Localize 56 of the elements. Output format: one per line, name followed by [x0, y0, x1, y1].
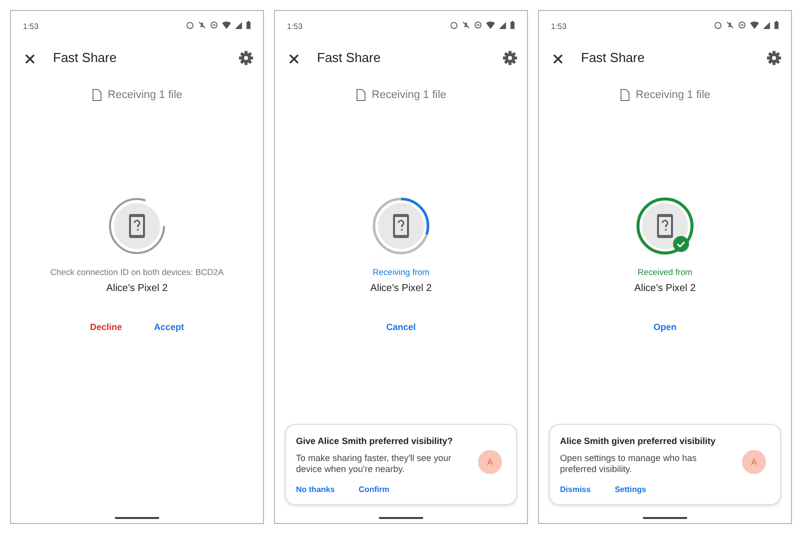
status-text: Receiving from: [372, 266, 430, 278]
settings-button[interactable]: [503, 51, 517, 65]
device-name: Alice's Pixel 2: [633, 282, 697, 296]
status-time: 1:53: [287, 21, 303, 33]
wifi-icon: [222, 21, 231, 29]
status-time: 1:53: [551, 21, 567, 33]
card-title: Alice Smith given preferred visibility: [560, 435, 717, 448]
card-action-button[interactable]: Dismiss: [560, 484, 591, 496]
close-icon: [25, 54, 35, 64]
action-button[interactable]: Decline: [90, 321, 122, 335]
bell-off-icon: [726, 21, 734, 29]
signal-icon: [763, 21, 770, 29]
signal-icon: [235, 21, 242, 29]
action-button[interactable]: Open: [653, 321, 676, 335]
action-button[interactable]: Cancel: [386, 321, 416, 335]
file-icon: [356, 89, 366, 102]
file-label: Receiving 1 file: [636, 88, 710, 103]
card-action-button[interactable]: Settings: [614, 484, 646, 496]
card-action-button[interactable]: No thanks: [296, 484, 335, 496]
screen-title: Fast Share: [581, 49, 646, 68]
file-label: Receiving 1 file: [372, 88, 446, 103]
device-name: Alice's Pixel 2: [105, 282, 169, 296]
action-button[interactable]: Accept: [154, 321, 184, 335]
bell-off-icon: [198, 21, 206, 29]
settings-button[interactable]: [767, 51, 781, 65]
settings-button[interactable]: [239, 51, 253, 65]
card-message: To make sharing faster, they'll see your device when you're nearby.: [296, 452, 452, 476]
battery-icon: [774, 21, 779, 29]
battery-icon: [246, 21, 251, 29]
close-icon: [553, 54, 563, 64]
status-time: 1:53: [23, 21, 39, 33]
wifi-icon: [750, 21, 759, 29]
screen-title: Fast Share: [317, 49, 382, 68]
device-name: Alice's Pixel 2: [369, 282, 433, 296]
file-icon: [92, 89, 102, 102]
screen-title: Fast Share: [53, 49, 118, 68]
file-icon: [620, 89, 630, 102]
settings-icon: [239, 51, 253, 65]
card-action-button[interactable]: Confirm: [358, 484, 390, 496]
do-not-disturb-icon: [474, 21, 482, 29]
card-title: Give Alice Smith preferred visibility?: [296, 435, 454, 448]
status-text: Received from: [636, 266, 694, 278]
status-text: Check connection ID on both devices: BCD2A: [49, 266, 225, 278]
avatar: A: [742, 450, 766, 474]
file-label: Receiving 1 file: [108, 88, 182, 103]
wifi-icon: [486, 21, 495, 29]
do-not-disturb-icon: [738, 21, 746, 29]
card-message: Open settings to manage who has preferred visibility.: [560, 452, 698, 476]
settings-icon: [503, 51, 517, 65]
settings-icon: [767, 51, 781, 65]
battery-icon: [510, 21, 515, 29]
bell-off-icon: [462, 21, 470, 29]
avatar: A: [478, 450, 502, 474]
signal-icon: [499, 21, 506, 29]
do-not-disturb-icon: [210, 21, 218, 29]
close-icon: [289, 54, 299, 64]
